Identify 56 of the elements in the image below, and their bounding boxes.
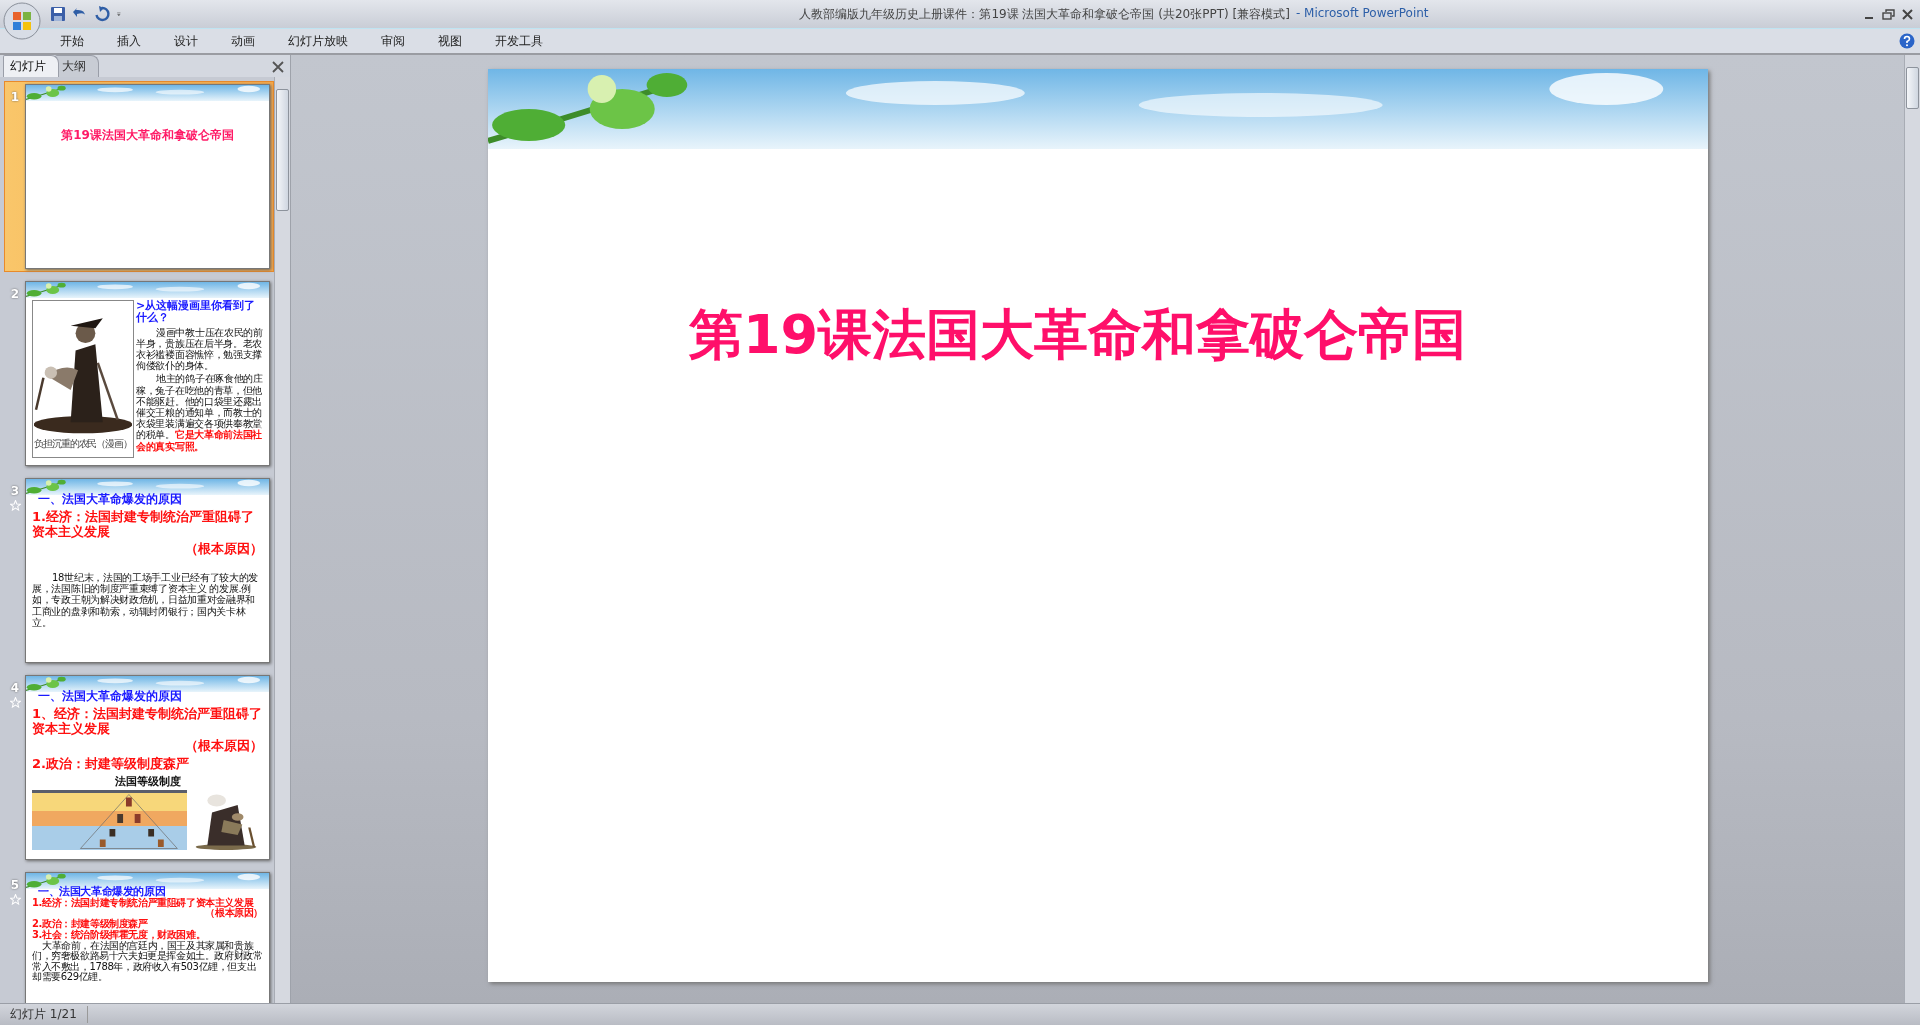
ribbon-tab[interactable]: 动画 <box>231 32 255 50</box>
slide-item[interactable]: 3 一、法国大革命爆发的原因 1.经济：法国封建专制统治严重阻碍了资本主义发展 （根本原因） 18世纪末，法国的工场手工业已经有了较大的发展，法国陈旧的制度严重束缚了资本主义 的发展.例如，专政王朝为解决财政危机，日益加重对金融界和工商业的盘剥和勒索，动辄封闭银行；国内关卡林立。 <box>4 475 274 666</box>
point-text: 1、经济：法国封建专制统治严重阻碍了资本主义发展 <box>32 707 263 737</box>
ribbon-tab[interactable]: 设计 <box>174 32 198 50</box>
slide-item[interactable]: 1 第19课法国大革命和拿破仑帝国 <box>4 81 274 272</box>
note-text: （根本原因） <box>184 541 263 557</box>
ribbon-tab[interactable]: 幻灯片放映 <box>288 32 348 50</box>
ribbon-tab[interactable]: 开发工具 <box>495 32 543 50</box>
status-text: 幻灯片 1/21 <box>0 1006 88 1023</box>
scrollbar-thumb[interactable] <box>276 89 289 211</box>
slide-number: 2 <box>10 287 20 301</box>
slide-number: 1 <box>10 90 20 104</box>
body-text: 漫画中教士压在农民的前半身，贵族压在后半身。老农衣衫褴褛面容憔悴，勉强支撑佝偻欲仆的身体。 <box>136 326 264 372</box>
point-text: 2.政治：封建等级制度森严 <box>32 757 190 772</box>
window-title: 人教部编版九年级历史上册课件：第19课 法国大革命和拿破仑帝国 (共20张PPT) [兼容模式] <box>799 5 1290 23</box>
close-icon[interactable] <box>1901 8 1914 20</box>
restore-icon[interactable] <box>1882 8 1895 20</box>
ribbon-tab[interactable]: 开始 <box>60 32 84 50</box>
slide-thumbnail[interactable]: 第19课法国大革命和拿破仑帝国 <box>25 84 270 269</box>
image-caption: 负担沉重的农民（漫画） <box>34 437 132 451</box>
ribbon-tab[interactable]: 视图 <box>438 32 462 50</box>
slide-thumbnail[interactable]: 一、法国大革命爆发的原因 1、经济：法国封建专制统治严重阻碍了资本主义发展 （根本原因） 2.政治：封建等级制度森严 法国等级制度 <box>25 675 270 860</box>
slide-thumbnail[interactable]: 负担沉重的农民（漫画） >从这幅漫画里你看到了什么？ 漫画中教士压在农民的前半身，贵族压在后半身。老农衣衫褴褛面容憔悴，勉强支撑佝偻欲仆的身体。 地主的鸽子在啄食他的庄稼，兔子在吃他的青草，但他不能驱赶。他的口袋里还露出催交王粮的通知单，而教士的衣袋里装满遍交各项供奉教堂的税单。它是大革命前法国社会的真实写照。 <box>25 281 270 466</box>
slide-item[interactable]: 5 一、法国大革命爆发的原因 1.经济：法国封建专制统治严重阻碍了资本主义发展 （根本原因） 2.政治：封建等级制度森严 3.社会：统治阶级挥霍无度，财政困难。 大革命前，在法国的宫廷内，国王及其家属和贵族们，穷奢极欲路易十六夫妇更是挥金如土。政府财政常常入不敷出，1788年，政府收入有503亿锂，但支出却需要629亿锂。 <box>4 869 274 1003</box>
slide-item[interactable]: 2 负担沉重的农民（漫画） >从这幅漫画里你看到了什么？ 漫画中教士压在农民的前半身，贵族压在后半身。老农衣衫褴褛面容憔悴，勉强支撑佝偻欲仆的身体。 地主的鸽子在啄食他的庄稼，兔子在吃他的青草，但他不能驱赶。他的口袋里还露出催交王粮的通知单，而教士的衣袋里装满遍交各项供奉教堂的税单。它是大革命前法国社会的真实写照。 <box>4 278 274 469</box>
slide-thumbnail[interactable]: 一、法国大革命爆发的原因 1.经济：法国封建专制统治严重阻碍了资本主义发展 （根本原因） 18世纪末，法国的工场手工业已经有了较大的发展，法国陈旧的制度严重束缚了资本主义 的发展.例如，专政王朝为解决财政危机，日益加重对金融界和工商业的盘剥和勒索，动辄封闭银行；国内关卡林立。 <box>25 478 270 663</box>
help-icon[interactable] <box>1899 33 1915 49</box>
ribbon-tab[interactable]: 审阅 <box>381 32 405 50</box>
point-text: 1.经济：法国封建专制统治严重阻碍了资本主义发展 <box>32 897 255 908</box>
question-text: >从这幅漫画里你看到了什么？ <box>136 300 257 325</box>
point-text: 1.经济：法国封建专制统治严重阻碍了资本主义发展 <box>32 510 255 540</box>
slide-item[interactable]: 4 一、法国大革命爆发的原因 1、经济：法国封建专制统治严重阻碍了资本主义发展 （根本原因） 2.政治：封建等级制度森严 法国等级制度 <box>4 672 274 863</box>
note-text: （根本原因） <box>184 738 263 754</box>
pane-tab[interactable]: 幻灯片 <box>3 55 59 77</box>
point-text: 2.政治：封建等级制度森严 <box>32 918 149 930</box>
body-text: 地主的鸽子在啄食他的庄稼，兔子在吃他的青草，但他不能驱赶。他的口袋里还露出催交王粮的通知单，而教士的衣袋里装满遍交各项供奉教堂的税单。它是大革命前法国社会的真实写照。 <box>136 373 264 452</box>
slide-title: 第19课法国大革命和拿破仑帝国 <box>60 129 235 143</box>
body-text: 18世纪末，法国的工场手工业已经有了较大的发展，法国陈旧的制度严重束缚了资本主义 的发展.例如，专政王朝为解决财政危机，日益加重对金融界和工商业的盘剥和勒索，动辄封闭银行；国内关卡林立。 <box>32 572 260 628</box>
pane-tab[interactable]: 大纲 <box>55 55 99 77</box>
diagram-label: 法国等级制度 <box>113 775 182 788</box>
slide-heading: 一、法国大革命爆发的原因 <box>37 690 183 704</box>
body-text: 大革命前，在法国的宫廷内，国王及其家属和贵族们，穷奢极欲路易十六夫妇更是挥金如土。政府财政常常入不敷出，1788年，政府收入有503亿锂，但支出却需要629亿锂。 <box>32 940 263 983</box>
slide-title: 第19课法国大革命和拿破仑帝国 <box>688 302 1467 368</box>
redo-icon[interactable] <box>94 6 110 22</box>
ribbon-tab[interactable]: 插入 <box>117 32 141 50</box>
close-icon[interactable] <box>272 61 284 73</box>
slide-thumbnail[interactable]: 一、法国大革命爆发的原因 1.经济：法国封建专制统治严重阻碍了资本主义发展 （根本原因） 2.政治：封建等级制度森严 3.社会：统治阶级挥霍无度，财政困难。 大革命前，在法国的宫廷内，国王及其家属和贵族们，穷奢极欲路易十六夫妇更是挥金如土。政府财政常常入不敷出，1788年，政府收入有503亿锂，但支出却需要629亿锂。 <box>25 872 270 1003</box>
save-icon[interactable] <box>50 6 66 22</box>
note-text: （根本原因） <box>205 908 263 919</box>
slide-number: 5 <box>10 878 20 892</box>
slide-number: 3 <box>10 484 20 498</box>
slide-number: 4 <box>10 681 20 695</box>
slide-heading: 一、法国大革命爆发的原因 <box>37 886 166 898</box>
scrollbar-thumb[interactable] <box>1906 67 1919 109</box>
app-name: - Microsoft PowerPoint <box>1295 5 1429 22</box>
slide-heading: 一、法国大革命爆发的原因 <box>37 493 183 507</box>
